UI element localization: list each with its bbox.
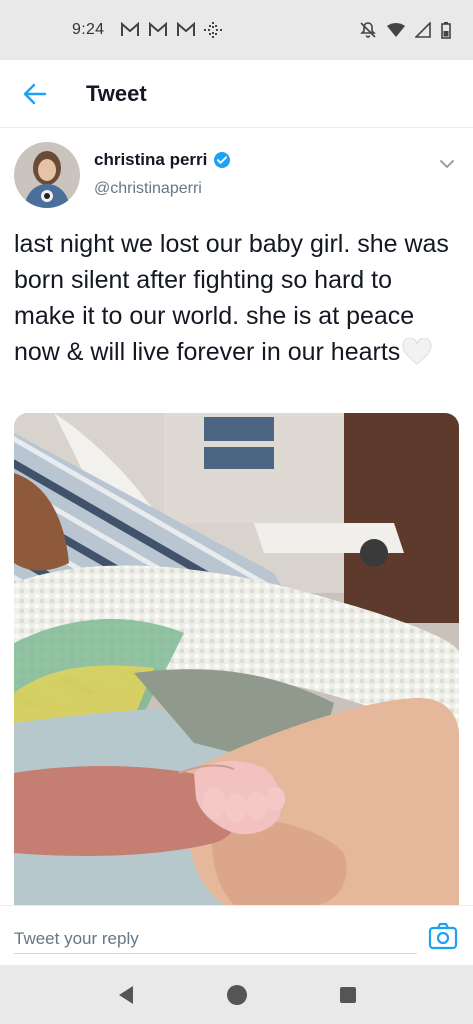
tweet-author-row: christina perri @christinaperri — [0, 128, 473, 214]
author-name[interactable]: christina perri — [94, 150, 231, 170]
arrow-left-icon — [23, 83, 47, 104]
reply-bar — [0, 905, 473, 965]
tweet-photo[interactable] — [14, 413, 459, 905]
author-name-text: christina perri — [94, 150, 208, 169]
status-bar: 9:24 — [0, 0, 473, 60]
slack-icon — [204, 22, 223, 38]
home-circle-icon — [226, 984, 247, 1005]
battery-icon — [441, 22, 451, 39]
page-title: Tweet — [86, 80, 147, 106]
recents-square-icon — [339, 986, 356, 1003]
signal-icon — [415, 22, 431, 38]
nav-home-button[interactable] — [217, 975, 257, 1015]
gmail-icon — [121, 22, 140, 36]
camera-icon[interactable] — [427, 920, 459, 952]
tweet-body: last night we lost our baby girl. she wa… — [14, 230, 449, 366]
mute-icon — [360, 22, 376, 38]
app-header: Tweet — [0, 60, 473, 128]
system-nav-bar — [0, 965, 473, 1024]
nav-back-button[interactable] — [106, 975, 146, 1015]
avatar[interactable] — [14, 142, 80, 208]
gmail-icon — [177, 22, 196, 36]
back-triangle-icon — [118, 985, 133, 1004]
status-time: 9:24 — [72, 21, 105, 38]
tweet-text: last night we lost our baby girl. she wa… — [14, 226, 459, 370]
white-heart-icon — [402, 338, 432, 365]
tweet-detail: christina perri @christinaperri last nig… — [0, 128, 473, 905]
notification-icons — [120, 22, 224, 38]
status-right-icons — [359, 21, 451, 39]
gmail-icon — [149, 22, 168, 36]
verified-badge-icon — [214, 152, 231, 168]
author-handle[interactable]: @christinaperri — [94, 180, 202, 198]
wifi-icon — [387, 23, 405, 37]
nav-recents-button[interactable] — [328, 975, 368, 1015]
chevron-down-icon[interactable] — [435, 152, 459, 176]
back-button[interactable] — [0, 60, 70, 128]
reply-input[interactable] — [14, 917, 417, 954]
